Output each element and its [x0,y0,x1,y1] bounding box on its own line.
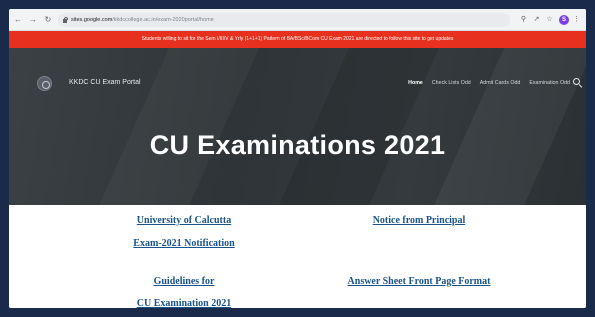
url-path: /kkdccollege.ac.in/exam-2020portal/home [112,16,214,23]
lock-icon [62,16,68,23]
hero-header: KKDC CU Exam Portal Home Check Lists Odd… [9,48,586,205]
nav-item-examination[interactable]: Examination Odd [529,80,570,86]
profile-avatar[interactable]: S [559,14,569,25]
site-title[interactable]: KKDC CU Exam Portal [69,79,141,86]
links-section: University of Calcutta Exam-2021 Notific… [9,205,586,308]
hero-decor-stripe [415,48,586,205]
search-icon[interactable] [572,77,583,88]
hero-decor-stripe [260,48,448,205]
announcement-banner: Students willing to sit for the Sem I/II… [9,31,586,48]
guidelines-link[interactable]: Guidelines for [104,276,264,287]
exam-notification-link[interactable]: Exam-2021 Notification [104,238,264,249]
forward-arrow-icon[interactable]: → [27,13,39,27]
browser-toolbar: ← → ↻ sites.google.com /kkdccollege.ac.i… [9,9,586,31]
share-icon[interactable]: ↗ [531,14,542,26]
nav-item-check-lists[interactable]: Check Lists Odd [432,80,471,86]
cu-examination-link[interactable]: CU Examination 2021 [104,298,264,308]
browser-window: ← → ↻ sites.google.com /kkdccollege.ac.i… [9,9,586,308]
zoom-icon[interactable]: ⚲ [518,14,529,26]
address-bar[interactable]: sites.google.com /kkdccollege.ac.in/exam… [58,12,510,27]
site-logo-icon[interactable] [37,76,52,91]
back-arrow-icon[interactable]: ← [12,13,24,27]
browser-actions: ⚲ ↗ ☆ S ⋮ [516,14,582,26]
nav-item-admit-cards[interactable]: Admit Cards Odd [480,80,521,86]
url-host: sites.google.com [71,16,113,23]
nav-item-home[interactable]: Home [408,80,423,86]
hero-decor-stripe [80,48,268,205]
page-title: CU Examinations 2021 [149,130,446,160]
principal-notice-link[interactable]: Notice from Principal [339,215,499,226]
reload-icon[interactable]: ↻ [42,13,54,27]
university-link[interactable]: University of Calcutta [104,215,264,226]
menu-kebab-icon[interactable]: ⋮ [571,14,582,26]
top-navigation: Home Check Lists Odd Admit Cards Odd Exa… [399,80,570,86]
answer-sheet-format-link[interactable]: Answer Sheet Front Page Format [309,276,529,287]
bookmark-star-icon[interactable]: ☆ [544,14,555,26]
